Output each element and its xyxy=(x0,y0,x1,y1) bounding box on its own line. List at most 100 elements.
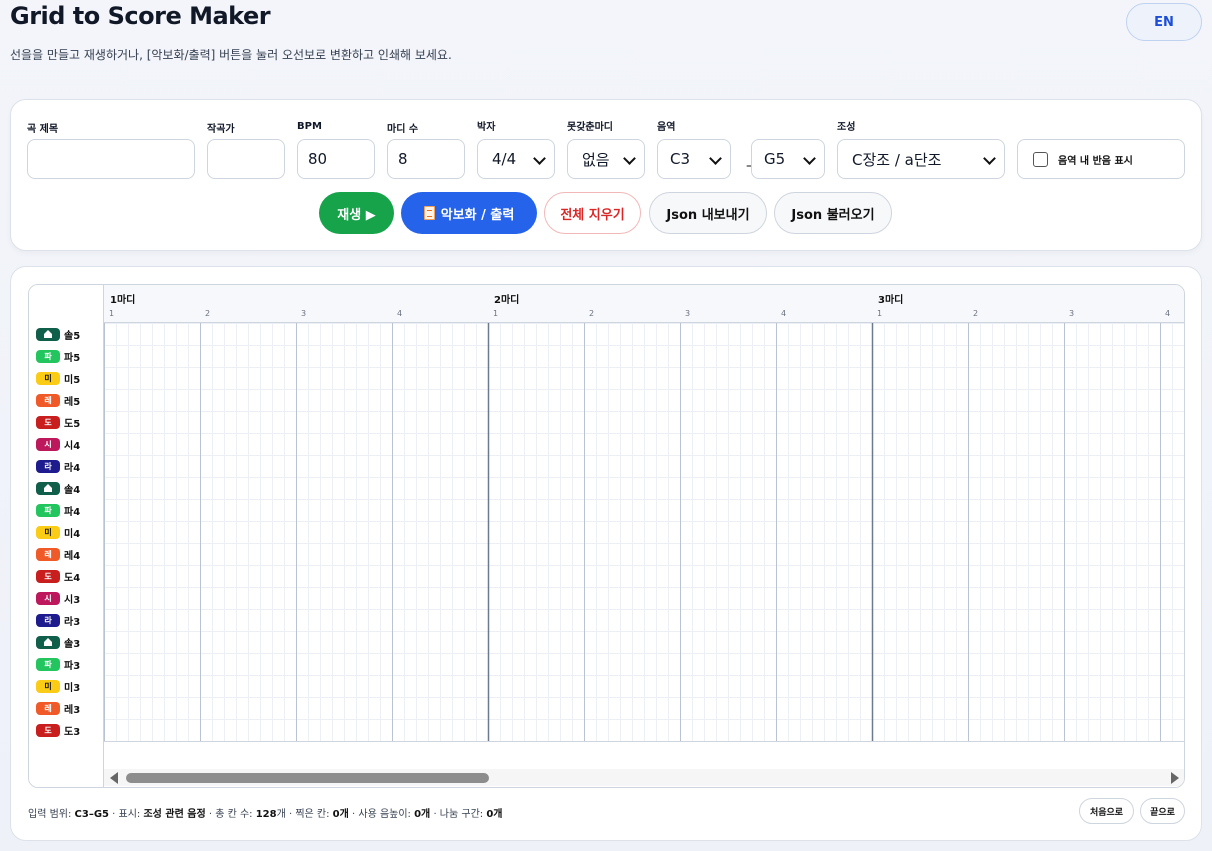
home-icon xyxy=(36,327,60,341)
status-cells-label: · 총 칸 수: xyxy=(205,809,256,820)
semitone-toggle[interactable]: 음역 내 반음 표시 xyxy=(1017,139,1185,179)
solfege-badge: 라 xyxy=(36,459,60,473)
solfege-badge: 도 xyxy=(36,415,60,429)
status-notes-value: 0개 xyxy=(414,809,431,820)
pitch-row-label: 레 레5 xyxy=(36,389,80,411)
solfege-badge: 미 xyxy=(36,371,60,385)
scroll-left-icon[interactable] xyxy=(110,772,118,784)
pitch-row-label: 솔5 xyxy=(36,323,80,345)
solfege-badge: 레 xyxy=(36,393,60,407)
bpm-label: BPM xyxy=(297,121,322,132)
solfege-badge: 파 xyxy=(36,349,60,363)
pitch-name: 레3 xyxy=(64,704,81,716)
go-to-end-button[interactable]: 끝으로 xyxy=(1140,798,1185,824)
play-button[interactable]: 재생 ▶ xyxy=(319,192,394,234)
solfege-badge: 파 xyxy=(36,503,60,517)
measure-label: 3마디 xyxy=(878,295,904,306)
pickup-label: 못갖춘마디 xyxy=(567,122,613,133)
scroll-thumb[interactable] xyxy=(126,773,489,783)
semitone-checkbox[interactable] xyxy=(1033,151,1048,167)
pitch-row-label: 미 미3 xyxy=(36,675,80,697)
bpm-input[interactable]: 80 xyxy=(297,139,375,179)
range-label: 음역 xyxy=(657,122,676,133)
pitch-row-label: 솔3 xyxy=(36,631,80,653)
pitch-row-label: 라 라3 xyxy=(36,609,80,631)
status-split-value: 0개 xyxy=(486,809,503,820)
pickup-select[interactable]: 없음 xyxy=(567,139,645,179)
pitch-row-label: 미 미4 xyxy=(36,521,80,543)
note-grid[interactable] xyxy=(104,323,1185,741)
solfege-badge: 시 xyxy=(36,591,60,605)
time-signature-value: 4/4 xyxy=(492,150,517,168)
app-subtitle: 선을을 만들고 재생하거나, [악보화/출력] 버튼을 눌러 오선보로 변환하고… xyxy=(10,48,452,62)
horizontal-scrollbar[interactable] xyxy=(104,741,1184,787)
status-filled-label: · 찍은 칸: xyxy=(285,809,333,820)
pitch-name: 시3 xyxy=(64,594,81,606)
status-range-value: C3–G5 xyxy=(74,809,109,820)
measures-input[interactable]: 8 xyxy=(387,139,465,179)
import-json-button[interactable]: Json 불러오기 xyxy=(774,192,892,234)
solfege-badge: 파 xyxy=(36,657,60,671)
beat-label: 1 xyxy=(877,309,883,318)
status-cells-unit: 개 xyxy=(276,809,286,820)
song-title-label: 곡 제목 xyxy=(27,124,59,135)
beat-label: 3 xyxy=(685,309,691,318)
pitch-name: 레4 xyxy=(64,550,81,562)
pitch-row-label: 도 도5 xyxy=(36,411,80,433)
solfege-badge: 레 xyxy=(36,701,60,715)
solfege-badge: 레 xyxy=(36,547,60,561)
document-icon xyxy=(423,206,435,220)
clear-all-button[interactable]: 전체 지우기 xyxy=(544,192,641,234)
pitch-name: 미4 xyxy=(64,528,81,540)
pitch-row-label: 시 시4 xyxy=(36,433,80,455)
pitch-name: 솔4 xyxy=(64,484,81,496)
measure-label: 2마디 xyxy=(494,295,520,306)
range-high-value: G5 xyxy=(764,150,786,168)
composer-label: 작곡가 xyxy=(207,124,235,135)
pitch-name: 솔5 xyxy=(64,330,81,342)
grid-lines[interactable] xyxy=(104,323,1185,741)
language-toggle-button[interactable]: EN xyxy=(1126,3,1202,41)
status-bar: 입력 범위: C3–G5 · 표시: 조성 관련 음정 · 총 칸 수: 128… xyxy=(28,805,503,820)
scroll-right-icon[interactable] xyxy=(1171,772,1179,784)
beat-label: 2 xyxy=(205,309,211,318)
pitch-row-label: 파 파4 xyxy=(36,499,80,521)
range-low-value: C3 xyxy=(670,150,691,168)
pitch-name: 파5 xyxy=(64,352,81,364)
pitch-name: 솔3 xyxy=(64,638,81,650)
solfege-badge: 도 xyxy=(36,723,60,737)
pitch-row-label: 솔4 xyxy=(36,477,80,499)
go-to-start-button[interactable]: 처음으로 xyxy=(1079,798,1134,824)
beat-label: 2 xyxy=(973,309,979,318)
score-export-button[interactable]: 악보화 / 출력 xyxy=(401,192,537,234)
pitch-name: 도3 xyxy=(64,726,81,738)
key-value: C장조 / a단조 xyxy=(852,150,942,169)
pitch-name: 도5 xyxy=(64,418,81,430)
pitch-name: 도4 xyxy=(64,572,81,584)
solfege-badge: 라 xyxy=(36,613,60,627)
pitch-row-label: 파 파5 xyxy=(36,345,80,367)
status-display-value: 조성 관련 음정 xyxy=(143,809,206,820)
key-select[interactable]: C장조 / a단조 xyxy=(837,139,1005,179)
export-json-button[interactable]: Json 내보내기 xyxy=(649,192,767,234)
solfege-badge: 도 xyxy=(36,569,60,583)
measure-header: 1마디 2마디 3마디 1 2 3 4 1 2 3 4 1 2 3 4 xyxy=(104,285,1184,323)
pitch-row-label: 시 시3 xyxy=(36,587,80,609)
beat-label: 4 xyxy=(1165,309,1171,318)
time-signature-label: 박자 xyxy=(477,122,496,133)
solfege-badge: 미 xyxy=(36,679,60,693)
range-high-select[interactable]: G5 xyxy=(751,139,825,179)
beat-label: 3 xyxy=(301,309,307,318)
semitone-label: 음역 내 반음 표시 xyxy=(1058,155,1133,167)
pitch-name: 시4 xyxy=(64,440,81,452)
pitch-label-column: 솔5 파 파5 미 미5 레 레5 도 도5 시 시4 라 라4 솔4 파 파4 미 미4 레 레4 도 도4 시 시3 라 라3… xyxy=(29,285,104,787)
home-icon xyxy=(36,481,60,495)
composer-input[interactable] xyxy=(207,139,285,179)
pitch-name: 미3 xyxy=(64,682,81,694)
status-range-label: 입력 범위: xyxy=(28,809,75,820)
beat-label: 4 xyxy=(781,309,787,318)
beat-label: 3 xyxy=(1069,309,1075,318)
time-signature-select[interactable]: 4/4 xyxy=(477,139,555,179)
range-low-select[interactable]: C3 xyxy=(657,139,731,179)
song-title-input[interactable] xyxy=(27,139,195,179)
